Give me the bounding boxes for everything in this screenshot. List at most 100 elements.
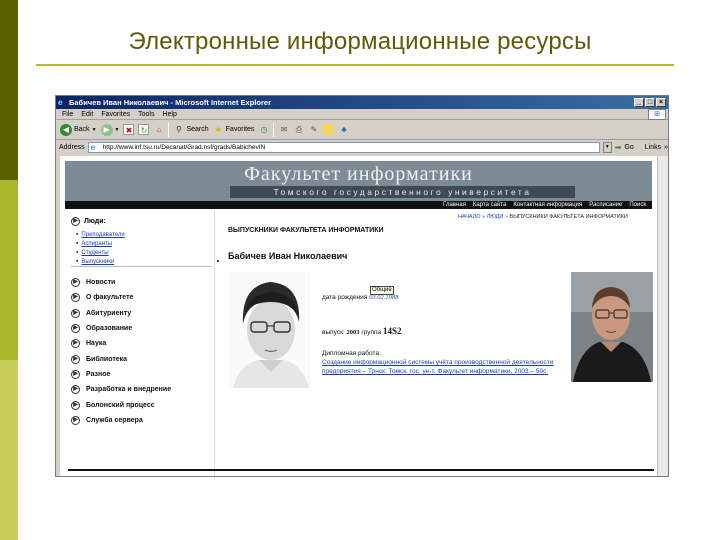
sidebar-item-applicants[interactable]: ▶ Абитуриенту <box>71 306 171 321</box>
sidebar-item-label: Разработка и внедрение <box>86 386 172 394</box>
search-icon: ⚲ <box>176 125 182 134</box>
address-input[interactable]: e http://www.inf.tsu.ru/Decanat/Grad.nsf… <box>87 141 600 153</box>
sidebar-item-label: Библиотека <box>86 355 128 363</box>
links-label[interactable]: Links <box>645 144 661 151</box>
links-chevron[interactable]: » <box>664 144 668 151</box>
breadcrumb-home[interactable]: НАЧАЛО <box>458 214 481 220</box>
nav-search[interactable]: Поиск <box>629 201 646 209</box>
thesis-link[interactable]: Создание информационной системы учёта пр… <box>322 358 562 376</box>
address-bar: Address e http://www.inf.tsu.ru/Decanat/… <box>56 140 668 154</box>
breadcrumb-people[interactable]: ЛЮДИ <box>487 214 504 220</box>
menu-favorites[interactable]: Favorites <box>101 109 130 119</box>
grad-label: выпуск: <box>322 329 345 336</box>
sidebar-item-server[interactable]: ▶ Служба сервера <box>71 413 171 428</box>
sidebar-item-label: Служба сервера <box>86 416 143 424</box>
arrow-circle-icon: ▶ <box>71 369 80 379</box>
forward-button[interactable]: ▶ ▼ <box>100 123 120 136</box>
people-list: Преподаватели Аспиранты Студенты Выпускн… <box>76 230 125 266</box>
people-link-graduates[interactable]: Выпускники <box>76 257 125 266</box>
arrow-circle-icon: ▶ <box>71 217 80 226</box>
favorites-button[interactable]: ★ Favorites <box>213 124 255 135</box>
title-divider <box>36 64 674 66</box>
slide: Электронные информационные ресурсы e Баб… <box>0 0 720 540</box>
refresh-icon[interactable]: ↻ <box>138 124 150 135</box>
edit-icon[interactable]: ✎ <box>308 124 319 135</box>
bullet-dot <box>217 260 219 262</box>
vertical-scrollbar[interactable] <box>657 156 668 476</box>
search-label: Search <box>186 126 209 133</box>
thesis-label: Дипломная работа: <box>322 350 381 357</box>
sidebar-item-news[interactable]: ▶ Новости <box>71 275 171 290</box>
menu-edit[interactable]: Edit <box>81 109 93 119</box>
sidebar-item-label: Образование <box>86 325 133 333</box>
site-subtitle: Томского государственного университета <box>230 186 575 198</box>
group-value: 14S2 <box>383 326 402 336</box>
sidebar-item-misc[interactable]: ▶ Разное <box>71 367 171 382</box>
messenger-icon[interactable]: ♣ <box>338 124 349 135</box>
back-button[interactable]: ◀ Back ▼ <box>60 123 97 136</box>
menu-file[interactable]: File <box>62 109 73 119</box>
birth-date-value: 03.02.1988 <box>369 294 399 301</box>
decor-bar-mid <box>0 180 18 360</box>
breadcrumb-current: ВЫПУСКНИКИ ФАКУЛЬТЕТА ИНФОРМАТИКИ <box>509 214 628 220</box>
sidebar-item-bologna[interactable]: ▶ Болонский процесс <box>71 397 171 412</box>
people-link-students[interactable]: Студенты <box>76 248 125 257</box>
arrow-circle-icon: ▶ <box>71 415 80 425</box>
person-photo-color <box>571 272 653 382</box>
people-link-postgrads[interactable]: Аспиранты <box>76 239 125 248</box>
dropdown-arrow-icon: ▼ <box>91 126 97 133</box>
mail-icon[interactable]: ✉ <box>278 124 289 135</box>
nav-home[interactable]: Главная <box>443 201 466 209</box>
page-content: Факультет информатики Томского государст… <box>60 156 658 476</box>
sidebar-item-label: Новости <box>86 279 116 287</box>
search-button[interactable]: ⚲ Search <box>173 124 209 135</box>
folder-icon[interactable] <box>323 124 335 135</box>
arrow-circle-icon: ▶ <box>71 308 80 318</box>
go-button[interactable]: Go <box>624 144 633 151</box>
sidebar-item-science[interactable]: ▶ Наука <box>71 336 171 351</box>
maximize-button[interactable]: □ <box>645 98 655 107</box>
section-heading: ВЫПУСКНИКИ ФАКУЛЬТЕТА ИНФОРМАТИКИ <box>228 227 384 234</box>
stop-icon[interactable]: ✖ <box>123 124 135 135</box>
menu-help[interactable]: Help <box>162 109 176 119</box>
minimize-button[interactable]: _ <box>634 98 644 107</box>
slide-title: Электронные информационные ресурсы <box>128 28 592 55</box>
home-icon[interactable]: ⌂ <box>153 124 164 135</box>
windows-flag-icon: ⊞ <box>648 109 666 120</box>
site-banner: Факультет информатики Томского государст… <box>65 161 652 201</box>
arrow-circle-icon: ▶ <box>71 293 80 303</box>
site-nav: Главная Карта сайта Контактная информаци… <box>65 201 652 209</box>
dropdown-arrow-icon: ▼ <box>114 126 120 133</box>
menu-tools[interactable]: Tools <box>138 109 154 119</box>
sidebar-item-development[interactable]: ▶ Разработка и внедрение <box>71 382 171 397</box>
address-dropdown-button[interactable]: ▼ <box>602 141 612 153</box>
site-name: Факультет информатики <box>244 163 473 185</box>
sidebar-item-education[interactable]: ▶ Образование <box>71 321 171 336</box>
birth-date: дата рождения 03.02.1988 <box>322 294 398 301</box>
print-icon[interactable]: ⎙ <box>293 124 304 135</box>
graduation-info: выпуск: 2003 группа 14S2 <box>322 326 402 336</box>
toolbar-separator <box>273 122 275 137</box>
sidebar-item-about[interactable]: ▶ О факультете <box>71 290 171 305</box>
close-button[interactable]: × <box>656 98 666 107</box>
address-label: Address <box>59 143 85 151</box>
browser-window: e Бабичев Иван Николаевич - Microsoft In… <box>55 95 669 477</box>
go-arrow-icon[interactable]: ➡ <box>615 143 622 152</box>
people-link-teachers[interactable]: Преподаватели <box>76 230 124 239</box>
page-icon: e <box>90 142 96 152</box>
forward-arrow-icon: ▶ <box>100 123 113 136</box>
arrow-circle-icon: ▶ <box>71 339 80 349</box>
decor-bar-light <box>0 360 18 540</box>
sidebar-item-library[interactable]: ▶ Библиотека <box>71 351 171 366</box>
sidebar-item-label: Абитуриенту <box>86 309 132 317</box>
address-value: http://www.inf.tsu.ru/Decanat/Grad.nsf/g… <box>102 143 266 151</box>
nav-schedule[interactable]: Расписание <box>589 201 622 209</box>
sidebar-menu: ▶ Новости ▶ О факультете ▶ Абитуриенту ▶ Обр… <box>71 275 171 428</box>
page-bottom-divider <box>68 469 654 471</box>
history-icon[interactable]: ◷ <box>258 124 269 135</box>
nav-sitemap[interactable]: Карта сайта <box>473 201 506 209</box>
sidebar: ▶ Люди: Преподаватели Аспиранты Студенты… <box>65 211 215 476</box>
grad-year: 2003 <box>346 329 360 336</box>
favorites-star-icon: ★ <box>214 125 222 134</box>
nav-contacts[interactable]: Контактная информация <box>513 201 582 209</box>
